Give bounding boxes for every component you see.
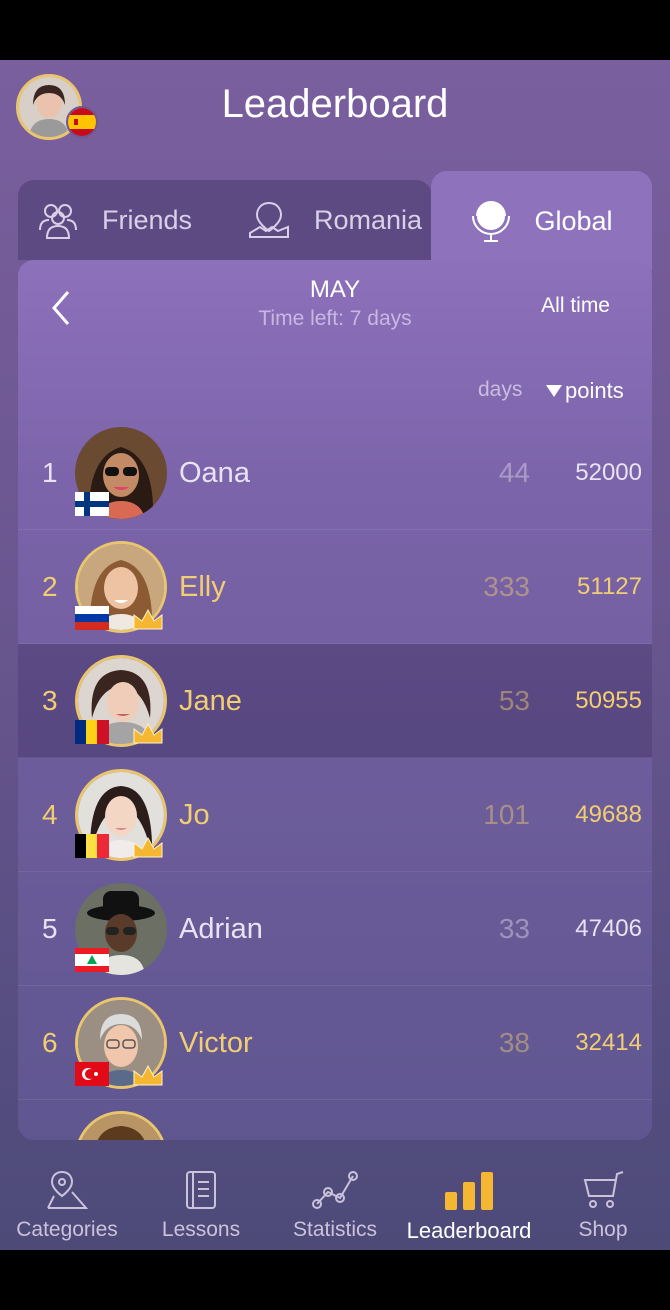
bottom-nav: Categories Lessons Statistics Leaderboar… [0, 1160, 670, 1250]
friends-icon [39, 204, 77, 239]
player-days: 333 [483, 571, 530, 602]
rank: 6 [42, 1027, 58, 1058]
chart-line-icon [312, 1171, 358, 1209]
leaderboard-list: 1 Oana 44 52000 2 Elly 333 51127 3 Jane … [18, 416, 652, 1140]
leaderboard-screen: Leaderboard Friends Romania Global MAY T… [0, 60, 670, 1250]
all-time-button[interactable]: All time [541, 294, 610, 318]
player-name: Victor [179, 1027, 253, 1059]
nav-leaderboard-label: Leaderboard [406, 1218, 532, 1243]
tab-global-label: Global [534, 205, 613, 236]
header: Leaderboard [0, 60, 670, 160]
player-name: Elly [179, 571, 226, 603]
rank: 1 [42, 457, 58, 488]
list-item[interactable]: 4 Jo 101 49688 [18, 758, 652, 872]
tab-romania-label: Romania [314, 204, 423, 235]
player-name: Oana [179, 457, 250, 489]
belgium-flag-icon [75, 834, 109, 858]
book-icon [186, 1171, 216, 1209]
player-days: 53 [498, 685, 530, 716]
rank: 4 [42, 799, 58, 830]
player-days: 33 [498, 913, 530, 944]
player-points: 51127 [577, 573, 642, 600]
page-title: Leaderboard [221, 82, 449, 126]
nav-statistics-label: Statistics [292, 1218, 378, 1241]
list-item[interactable]: 6 Victor 38 32414 [18, 986, 652, 1100]
rank: 5 [42, 913, 58, 944]
russia-flag-icon [75, 606, 109, 630]
tab-friends-label: Friends [102, 204, 193, 235]
tab-friends[interactable]: Friends [36, 180, 192, 260]
days-column-header[interactable]: days [478, 378, 522, 402]
leaderboard-card: MAY Time left: 7 days All time days poin… [18, 260, 652, 1140]
player-points: 49688 [575, 801, 642, 828]
finland-flag-icon [75, 492, 109, 516]
globe-icon [472, 201, 511, 242]
nav-statistics[interactable]: Statistics [268, 1168, 402, 1242]
cart-icon [583, 1171, 624, 1208]
map-pin-icon [249, 201, 289, 238]
player-name: Jo [179, 799, 210, 831]
list-item[interactable]: 2 Elly 333 51127 [18, 530, 652, 644]
scope-tabs: Friends Romania Global [18, 171, 652, 271]
crown-icon [133, 836, 163, 858]
player-points: 52000 [575, 459, 642, 486]
nav-lessons-label: Lessons [161, 1218, 241, 1241]
player-points: 47406 [575, 915, 642, 942]
player-points: 50955 [575, 687, 642, 714]
crown-icon [133, 722, 163, 744]
nav-categories-label: Categories [16, 1218, 118, 1241]
points-column-header[interactable]: points [545, 378, 624, 404]
romania-flag-icon [75, 720, 109, 744]
list-item-current-user[interactable]: 3 Jane 53 50955 [18, 644, 652, 758]
player-name: Jane [179, 685, 242, 717]
player-days: 38 [498, 1027, 530, 1058]
list-item-partial[interactable] [18, 1100, 652, 1140]
player-days: 101 [483, 799, 530, 830]
tab-global[interactable]: Global [431, 171, 652, 271]
tab-romania[interactable]: Romania [246, 180, 422, 260]
map-icon [47, 1170, 89, 1209]
nav-lessons[interactable]: Lessons [134, 1168, 268, 1242]
bar-chart-icon [445, 1172, 493, 1210]
nav-categories[interactable]: Categories [0, 1168, 134, 1242]
nav-shop-label: Shop [578, 1218, 628, 1241]
list-item[interactable]: 1 Oana 44 52000 [18, 416, 652, 530]
rank: 3 [42, 685, 58, 716]
player-points: 32414 [575, 1029, 642, 1056]
player-days: 44 [498, 457, 530, 488]
rank: 2 [42, 571, 58, 602]
avatar [75, 1111, 167, 1140]
list-item[interactable]: 5 Adrian 33 47406 [18, 872, 652, 986]
crown-icon [133, 608, 163, 630]
nav-leaderboard[interactable]: Leaderboard [402, 1168, 536, 1244]
sort-down-icon [546, 385, 562, 397]
lebanon-flag-icon [75, 948, 109, 972]
turkey-flag-icon [75, 1062, 109, 1086]
crown-icon [133, 1064, 163, 1086]
player-name: Adrian [179, 913, 263, 945]
nav-shop[interactable]: Shop [536, 1168, 670, 1242]
points-column-label: points [565, 378, 624, 403]
